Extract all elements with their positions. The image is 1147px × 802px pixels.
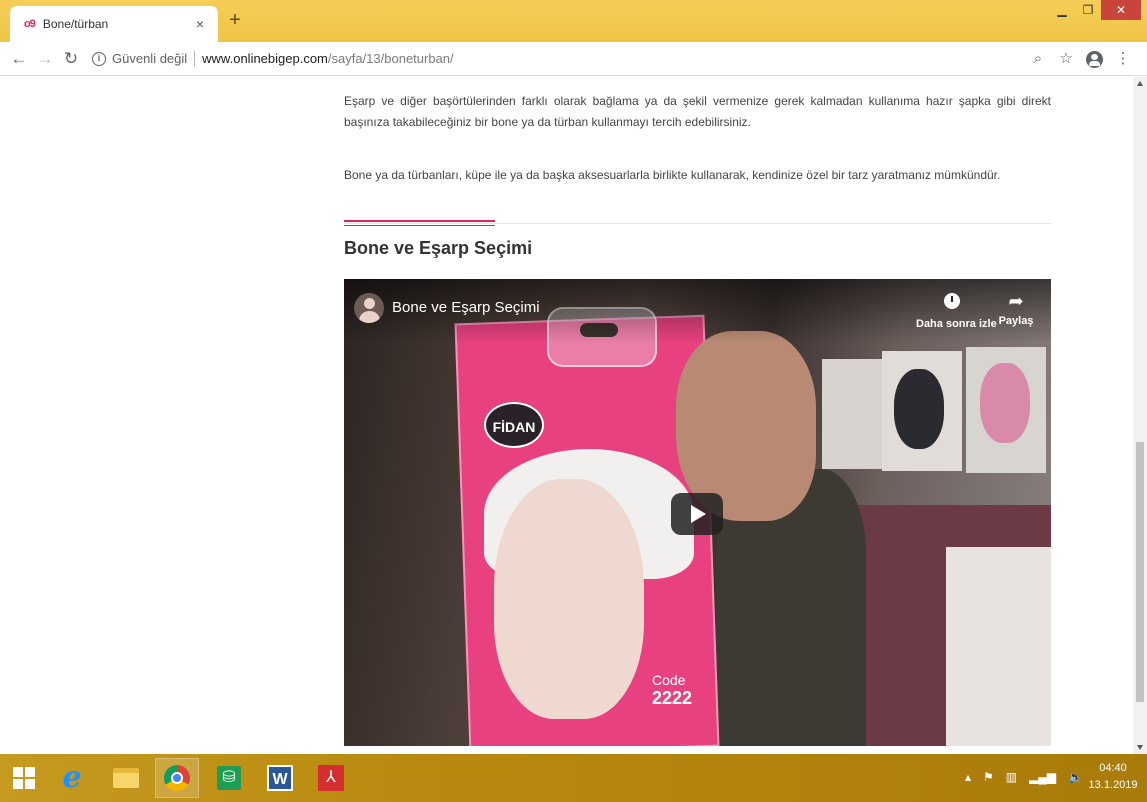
scroll-up-icon[interactable] (1137, 81, 1143, 86)
heading-accent-line (344, 220, 495, 222)
browser-titlebar: o9 Bone/türban × + ▁ ❐ ✕ (0, 0, 1147, 42)
share-icon: ➦ (1008, 291, 1024, 311)
start-icon[interactable] (2, 758, 46, 798)
new-tab-button[interactable]: + (224, 10, 246, 32)
tab-close-icon[interactable]: × (192, 16, 208, 32)
close-window-icon[interactable]: ✕ (1101, 0, 1141, 20)
clock-time: 04:40 (1099, 762, 1127, 774)
video-scene-mannequin (894, 369, 944, 449)
internet-explorer-icon[interactable]: e (50, 758, 94, 798)
chrome-icon[interactable] (155, 758, 199, 798)
profile-icon[interactable] (1086, 50, 1103, 68)
product-logo: FİDAN (484, 402, 544, 448)
ie-logo-icon: e (62, 760, 82, 795)
share-button[interactable]: ➦ Paylaş (993, 291, 1039, 327)
heading-accent-line-thin (344, 225, 495, 226)
chrome-logo-icon (164, 765, 190, 791)
product-code-value: 2222 (652, 688, 693, 708)
window-controls: ▁ ❐ ✕ (1049, 0, 1141, 20)
url-host[interactable]: www.onlinebigep.com (202, 51, 328, 66)
site-favicon-icon: o9 (24, 18, 36, 30)
article-paragraph-2: Bone ya da türbanları, küpe ile ya da ba… (344, 168, 1001, 182)
zoom-icon[interactable]: ⌕ (1024, 46, 1052, 72)
product-code: Code 2222 (652, 671, 716, 707)
section-divider (344, 223, 1051, 224)
separator (194, 50, 196, 67)
store-icon[interactable]: ⛁ (207, 758, 251, 798)
security-label[interactable]: Güvenli değil (112, 51, 187, 66)
menu-icon[interactable]: ⋮ (1109, 46, 1137, 72)
folder-icon (113, 768, 139, 788)
word-icon[interactable]: W (258, 758, 302, 798)
minimize-icon[interactable]: ▁ (1049, 0, 1075, 20)
clock-date: 13.1.2019 (1088, 779, 1138, 791)
scrollbar-thumb[interactable] (1136, 442, 1144, 702)
watch-later-button[interactable]: Daha sonra izle (916, 291, 997, 330)
windows-taskbar: e ⛁ W ⅄ ▴ ⚑ ▥ ▂▄▆ 🔈 04:40 13.1.2019 (0, 754, 1147, 802)
page-scrollbar[interactable] (1133, 77, 1147, 754)
screen: o9 Bone/türban × + ▁ ❐ ✕ ← → ↻ i Güvenli… (0, 0, 1147, 802)
scroll-down-icon[interactable] (1137, 745, 1143, 750)
back-icon[interactable]: ← (6, 46, 32, 72)
video-scene-mannequin (980, 363, 1030, 443)
video-scene-display (946, 547, 1051, 746)
url-path[interactable]: /sayfa/13/boneturban/ (328, 51, 454, 66)
watch-later-label: Daha sonra izle (916, 318, 997, 330)
restore-icon[interactable]: ❐ (1075, 0, 1101, 20)
volume-icon[interactable]: 🔈 (1068, 767, 1083, 787)
share-label: Paylaş (998, 315, 1034, 327)
page-content: Eşarp ve diğer başörtülerinden farklı ol… (0, 77, 1133, 754)
show-hidden-icons-icon[interactable]: ▴ (965, 767, 971, 787)
info-icon[interactable]: i (92, 51, 106, 66)
browser-tab[interactable]: o9 Bone/türban × (10, 6, 218, 42)
video-scene-face (494, 479, 644, 719)
play-button[interactable] (671, 493, 723, 535)
section-heading: Bone ve Eşarp Seçimi (344, 238, 533, 258)
system-tray: ▴ ⚑ ▥ ▂▄▆ 🔈 (965, 767, 1083, 787)
word-logo-icon: W (267, 765, 293, 791)
address-bar-actions: ⌕ ☆ ⋮ (1024, 46, 1137, 72)
acrobat-logo-icon: ⅄ (318, 765, 344, 791)
reload-icon[interactable]: ↻ (58, 46, 84, 72)
clock-icon (944, 293, 960, 309)
channel-avatar[interactable] (354, 293, 384, 323)
article-paragraph-1: Eşarp ve diğer başörtülerinden farklı ol… (344, 94, 1051, 129)
taskbar-clock[interactable]: 04:40 13.1.2019 (1085, 760, 1141, 794)
youtube-video-player[interactable]: FİDAN Code 2222 Bone ve Eşarp Seçimi Dah… (344, 279, 1051, 746)
acrobat-icon[interactable]: ⅄ (309, 758, 353, 798)
tab-title: Bone/türban (42, 17, 109, 31)
action-center-flag-icon[interactable]: ⚑ (983, 767, 994, 787)
video-title[interactable]: Bone ve Eşarp Seçimi (392, 299, 540, 316)
address-bar: ← → ↻ i Güvenli değil www.onlinebigep.co… (0, 42, 1147, 76)
signal-icon[interactable]: ▂▄▆ (1029, 767, 1056, 787)
url-field[interactable]: i Güvenli değil www.onlinebigep.com/sayf… (92, 46, 454, 72)
network-icon[interactable]: ▥ (1006, 767, 1017, 787)
star-icon[interactable]: ☆ (1052, 46, 1080, 72)
windows-logo-icon (13, 767, 35, 789)
product-code-label: Code (652, 672, 686, 688)
file-explorer-icon[interactable] (104, 758, 148, 798)
forward-icon[interactable]: → (32, 46, 58, 72)
store-bag-icon: ⛁ (217, 766, 241, 790)
